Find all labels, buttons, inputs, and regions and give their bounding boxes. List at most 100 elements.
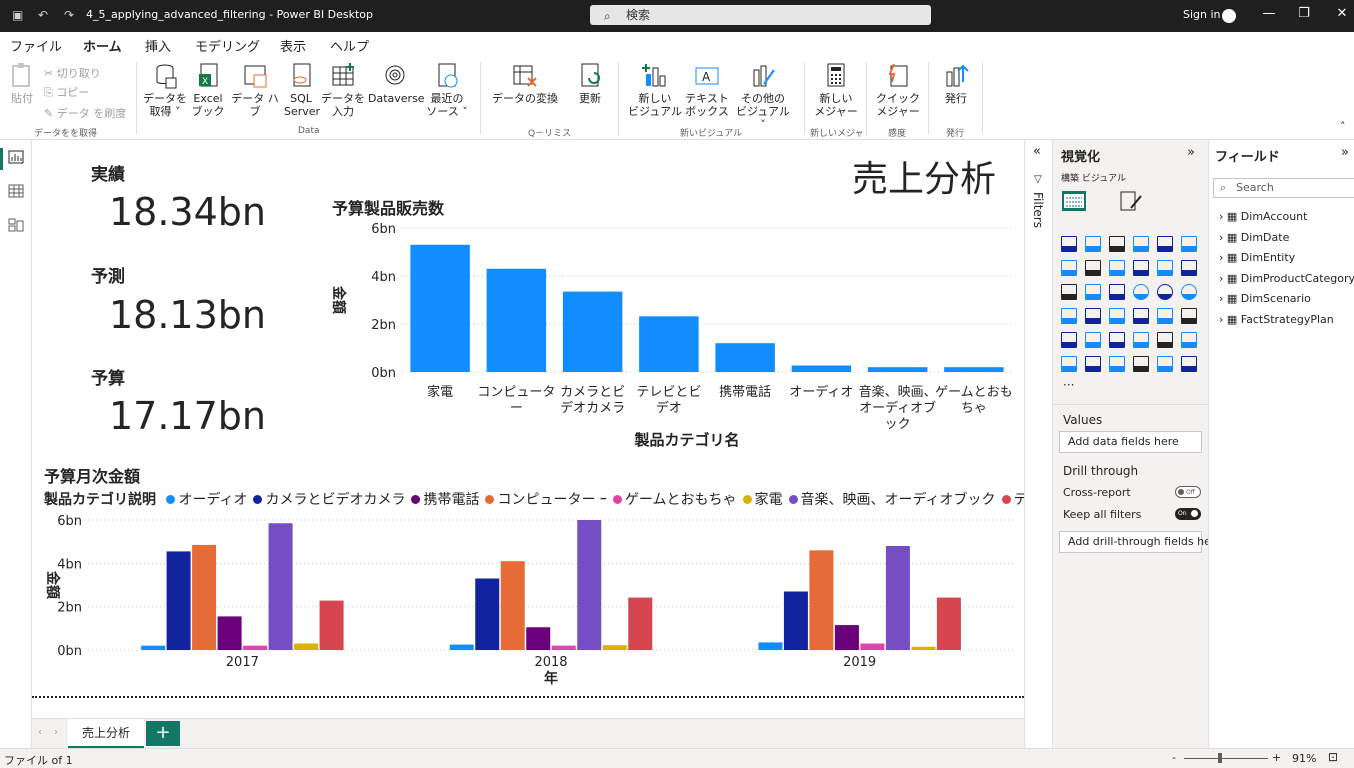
report-canvas[interactable]: 実績 18.34bn 予測 18.13bn 予算 17.17bn 売上分析 予算… [32,140,1112,718]
bar[interactable] [936,597,961,650]
legend-item[interactable]: コンピューター ｰ [485,492,607,508]
keep-filters-toggle[interactable]: On [1175,508,1201,520]
quick-measure-button[interactable]: クイック メジャー [872,62,924,118]
bar[interactable] [166,551,191,650]
get-data-button[interactable]: データを 取得 ˅ [142,62,188,118]
bar[interactable] [834,625,859,650]
legend-item[interactable]: 家電 [742,492,783,508]
visual-type-icon[interactable] [1085,236,1101,252]
kpi-forecast-value[interactable]: 18.13bn [109,293,266,337]
visual-type-icon[interactable] [1109,332,1125,348]
bar[interactable] [526,627,551,650]
visual-type-icon[interactable] [1085,356,1101,372]
visual-type-icon[interactable] [1157,308,1173,324]
zoom-slider-handle[interactable] [1218,753,1222,763]
visual-type-icon[interactable] [1181,308,1197,324]
bar[interactable] [809,550,834,650]
legend-item[interactable]: カメラとビデオカメラ [253,492,405,508]
bar[interactable] [141,645,166,650]
chevron-right-icon[interactable]: › [1219,313,1227,326]
visual-type-icon[interactable] [1061,356,1077,372]
enter-data-button[interactable]: データを 入力 [320,62,366,118]
bar[interactable] [294,643,319,651]
visual-type-icon[interactable] [1133,260,1149,276]
bar[interactable] [551,645,576,650]
page-tab[interactable]: 売上分析 [68,719,144,749]
restore-icon[interactable]: ❐ [1294,6,1314,21]
visual-type-icon[interactable] [1181,332,1197,348]
visual-type-icon[interactable] [1157,236,1173,252]
visual-type-icon[interactable] [1061,308,1077,324]
bar[interactable] [715,343,775,372]
redo-icon[interactable]: ↷ [64,8,74,22]
cross-report-toggle[interactable]: Off [1175,486,1201,498]
visual-type-icon[interactable] [1181,260,1197,276]
visual-type-icon[interactable] [1181,356,1197,372]
build-visual-icon[interactable] [1061,190,1087,212]
chevron-right-icon[interactable]: › [1219,292,1227,305]
dataverse-button[interactable]: Dataverse [368,62,425,105]
legend-item[interactable]: オーディオ [166,492,247,508]
visual-type-icon[interactable] [1085,332,1101,348]
visual-type-icon[interactable] [1061,332,1077,348]
visual-type-icon[interactable] [1085,308,1101,324]
field-table-item[interactable]: › ▦ FactStrategyPlan [1219,313,1334,326]
data-view-icon[interactable] [8,184,24,198]
chevron-right-icon[interactable]: › [1219,231,1227,244]
field-table-item[interactable]: › ▦ DimDate [1219,231,1289,244]
text-box-button[interactable]: A テキスト ボックス [684,62,730,118]
copy-button[interactable]: ⎘ コピー [44,84,89,100]
cut-button[interactable]: ✂ 切り取り [44,65,101,81]
next-page-icon[interactable]: › [54,727,58,738]
bar[interactable] [602,645,627,650]
field-table-item[interactable]: › ▦ DimScenario [1219,292,1311,305]
visual-type-icon[interactable] [1109,260,1125,276]
visual-type-icon[interactable] [1109,284,1125,300]
bar[interactable] [885,546,910,650]
bar[interactable] [639,316,699,372]
field-table-item[interactable]: › ▦ DimEntity [1219,251,1295,264]
bar[interactable] [628,597,653,650]
visual-type-icon[interactable] [1133,332,1149,348]
sign-in-link[interactable]: Sign in [1183,8,1221,21]
visual-type-icon[interactable] [1133,284,1149,300]
minimize-icon[interactable]: — [1259,6,1279,21]
undo-icon[interactable]: ↶ [38,8,48,22]
field-table-item[interactable]: › ▦ DimAccount [1219,210,1307,223]
recent-sources-button[interactable]: 最近の ソース ˅ [424,62,470,118]
legend-item[interactable]: ゲームとおもちゃ [612,492,737,508]
visual-type-icon[interactable] [1109,236,1125,252]
transform-data-button[interactable]: データの変換 [488,62,562,105]
avatar-icon[interactable] [1222,9,1236,23]
bar[interactable] [410,244,470,372]
new-measure-button[interactable]: 新しい メジャー [812,62,860,118]
legend-item[interactable]: 音楽、映画、オーディオブック [788,492,996,508]
zoom-in-icon[interactable]: + [1272,751,1281,764]
bar[interactable] [192,544,217,650]
tab-file[interactable]: ファイル [10,36,62,55]
refresh-button[interactable]: 更新 [572,62,608,105]
bar[interactable] [867,367,928,372]
bar[interactable] [475,578,500,651]
tab-help[interactable]: ヘルプ [330,36,369,55]
filters-pane-collapsed[interactable]: « ▽ Filters [1024,140,1052,748]
tab-modeling[interactable]: モデリング [195,36,260,55]
field-table-item[interactable]: › ▦ DimProductCategory [1219,272,1354,285]
bar[interactable] [783,591,808,651]
save-icon[interactable]: ▣ [12,8,23,22]
visual-type-icon[interactable] [1157,284,1173,300]
visual-type-icon[interactable] [1133,356,1149,372]
bar[interactable] [217,616,242,650]
visual-type-icon[interactable] [1157,356,1173,372]
drill-through-well[interactable]: Add drill-through fields here [1059,531,1222,553]
search-box[interactable]: ⌕ 検索 [590,5,931,25]
chevron-right-icon[interactable]: › [1219,210,1227,223]
bar[interactable] [791,365,852,372]
zoom-out-icon[interactable]: - [1172,751,1176,764]
excel-button[interactable]: X Excel ブック [190,62,226,118]
visual-type-icon[interactable] [1061,236,1077,252]
collapse-ribbon-icon[interactable]: ˄ [1340,120,1346,133]
bar[interactable] [577,520,602,650]
more-visuals-button[interactable]: その他の ビジュアル ˅ [732,62,794,131]
bar[interactable] [860,643,885,651]
